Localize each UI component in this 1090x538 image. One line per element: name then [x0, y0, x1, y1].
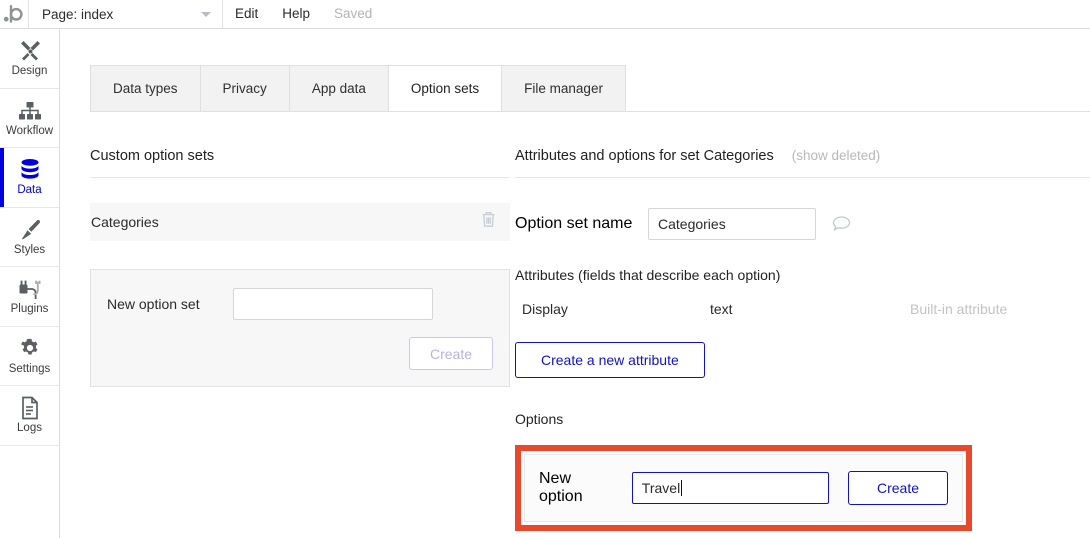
top-menu: Edit Help Saved: [223, 0, 384, 28]
sidebar-item-design[interactable]: Design: [0, 29, 59, 89]
sidebar-item-label: Data: [17, 184, 42, 196]
new-option-set-row: New option set: [107, 288, 493, 320]
create-option-set-button[interactable]: Create: [408, 337, 493, 370]
paintbrush-icon: [18, 218, 42, 242]
save-status: Saved: [334, 6, 373, 21]
new-option-highlight-annotation: New option Travel Create: [515, 445, 972, 531]
attribute-column-builtin: Built-in attribute: [910, 301, 1008, 317]
right-panel-title: Attributes and options for set Categorie…: [515, 148, 774, 164]
attribute-column-type: text: [710, 301, 733, 317]
sidebar-item-workflow[interactable]: Workflow: [0, 89, 59, 148]
document-lines-icon: [20, 396, 40, 420]
tab-bar-underline: [90, 111, 1090, 112]
page-selector[interactable]: Page: index: [29, 0, 223, 28]
sidebar-item-settings[interactable]: Settings: [0, 327, 59, 386]
tab-file-manager[interactable]: File manager: [501, 65, 626, 112]
sidebar-item-label: Settings: [8, 362, 51, 375]
new-option-set-label: New option set: [107, 296, 200, 312]
attributes-header-row: Display text Built-in attribute: [515, 301, 1090, 319]
plug-icon: [17, 277, 43, 301]
page-selector-label: Page: index: [42, 6, 114, 22]
new-option-set-actions: Create: [107, 337, 493, 370]
main-content: Data types Privacy App data Option sets …: [61, 29, 1090, 538]
attribute-column-display: Display: [522, 301, 568, 317]
text-cursor: [681, 480, 683, 496]
sidebar-item-styles[interactable]: Styles: [0, 208, 59, 267]
option-set-name-field-label: Option set name: [515, 215, 633, 232]
workflow-tree-icon: [18, 99, 42, 123]
sidebar-item-label: Design: [11, 65, 48, 77]
new-option-set-box: New option set Create: [90, 269, 510, 387]
tab-privacy[interactable]: Privacy: [199, 65, 289, 112]
create-new-attribute-button[interactable]: Create a new attribute: [515, 342, 705, 378]
sidebar-item-label: Styles: [13, 243, 46, 256]
tab-bar: Data types Privacy App data Option sets …: [90, 65, 626, 112]
right-panel-header: Attributes and options for set Categorie…: [515, 112, 1090, 164]
bubble-logo-icon[interactable]: [0, 0, 29, 28]
sidebar-item-label: Plugins: [10, 303, 49, 315]
left-panel-header: Custom option sets: [90, 112, 510, 164]
attributes-title: Attributes (fields that describe each op…: [515, 267, 781, 283]
divider: [515, 177, 1090, 178]
option-set-name-row: Option set name: [515, 208, 1090, 240]
design-tools-icon: [18, 39, 42, 63]
chevron-down-icon: [201, 11, 211, 17]
tab-data-types[interactable]: Data types: [90, 65, 200, 112]
left-sidebar: Design Workflow Data Styles Plugins Sett…: [0, 29, 60, 538]
new-option-label: New option: [539, 470, 583, 505]
new-option-set-input[interactable]: [232, 288, 433, 320]
create-attribute-wrap: Create a new attribute: [515, 342, 1090, 378]
menu-item-edit[interactable]: Edit: [223, 0, 270, 28]
sidebar-item-data[interactable]: Data: [0, 148, 59, 208]
divider: [90, 177, 510, 178]
left-panel-title: Custom option sets: [90, 148, 215, 164]
new-option-row: New option Travel Create: [524, 454, 963, 522]
top-bar: Page: index Edit Help Saved: [0, 0, 1090, 29]
option-set-row-categories[interactable]: Categories: [90, 203, 510, 241]
sidebar-item-plugins[interactable]: Plugins: [0, 267, 59, 327]
show-deleted-link[interactable]: (show deleted): [792, 148, 881, 163]
custom-option-sets-panel: Custom option sets Categories New option…: [90, 112, 510, 387]
sidebar-item-label: Workflow: [5, 124, 54, 137]
option-set-name-input[interactable]: [648, 208, 816, 240]
sidebar-item-logs[interactable]: Logs: [0, 386, 59, 446]
database-icon: [19, 158, 41, 182]
speech-bubble-icon[interactable]: [832, 215, 851, 233]
tab-option-sets[interactable]: Option sets: [387, 65, 502, 112]
options-title: Options: [515, 411, 564, 427]
sidebar-item-label: Logs: [17, 422, 42, 434]
option-set-name-label: Categories: [91, 214, 159, 230]
option-set-detail-panel: Attributes and options for set Categorie…: [515, 112, 1090, 531]
new-option-input[interactable]: Travel: [631, 472, 829, 504]
panels: Custom option sets Categories New option…: [61, 112, 1090, 538]
create-option-button[interactable]: Create: [847, 471, 948, 505]
new-option-input-value: Travel: [641, 480, 681, 496]
trash-icon[interactable]: [481, 211, 496, 233]
menu-item-help[interactable]: Help: [270, 0, 322, 28]
tab-app-data[interactable]: App data: [288, 65, 388, 112]
gear-icon: [18, 337, 42, 361]
